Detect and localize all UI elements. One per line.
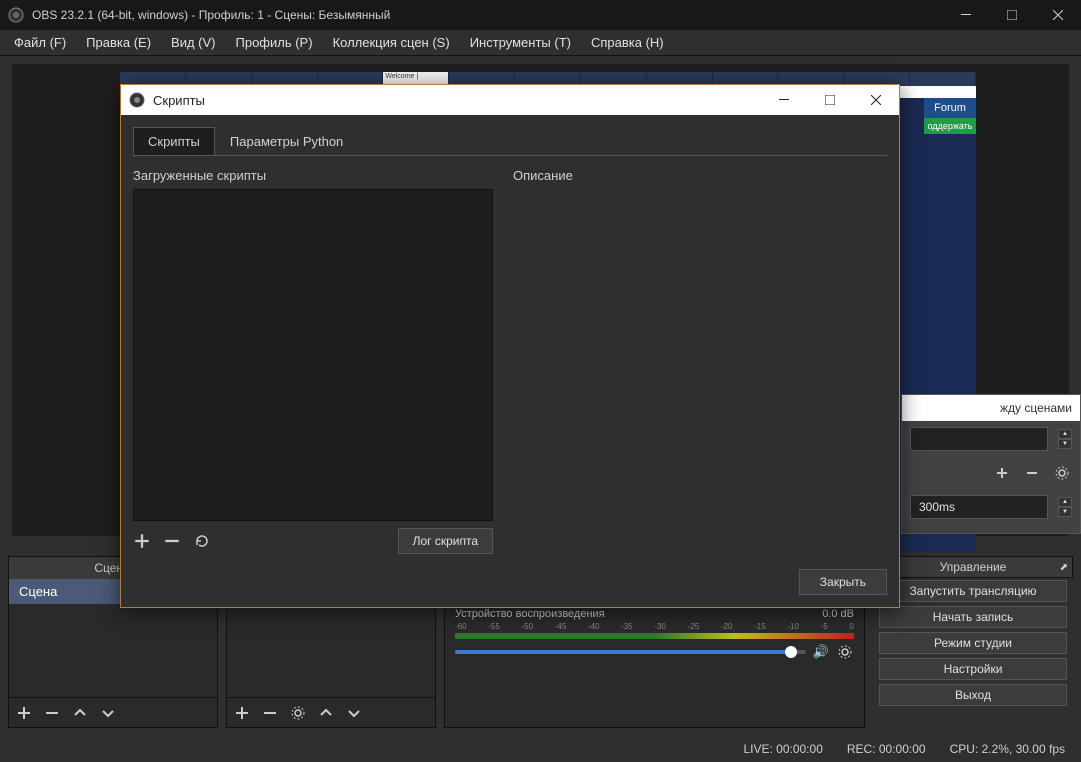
close-button[interactable] [1035, 0, 1081, 30]
source-up-button[interactable] [317, 704, 335, 722]
start-record-button[interactable]: Начать запись [879, 606, 1067, 628]
statusbar: LIVE: 00:00:00 REC: 00:00:00 CPU: 2.2%, … [0, 736, 1081, 762]
menu-edit[interactable]: Правка (E) [76, 32, 161, 53]
scripts-list[interactable] [133, 189, 493, 521]
menu-help[interactable]: Справка (H) [581, 32, 674, 53]
script-log-button[interactable]: Лог скрипта [398, 528, 493, 554]
mixer-track-2: Устройство воспроизведения 0.0 dB -60-55… [445, 604, 864, 665]
status-live: LIVE: 00:00:00 [743, 742, 822, 756]
settings-button[interactable]: Настройки [879, 658, 1067, 680]
transitions-panel: жду сценами ▲▼ 300ms ▲▼ [901, 394, 1081, 534]
controls-header: Управление⬈ [873, 556, 1073, 578]
menu-scene-collection[interactable]: Коллекция сцен (S) [323, 32, 460, 53]
minimize-button[interactable] [943, 0, 989, 30]
studio-mode-button[interactable]: Режим студии [879, 632, 1067, 654]
dialog-close-action-button[interactable]: Закрыть [799, 569, 887, 595]
transition-duration-spinner[interactable]: ▲▼ [1058, 497, 1072, 517]
mixer-scale: -60-55-50-45-40-35-30-25-20-15-10-50 [455, 622, 854, 631]
obs-icon [129, 92, 145, 108]
source-add-button[interactable] [233, 704, 251, 722]
track-settings-button[interactable] [836, 643, 854, 661]
window-titlebar: OBS 23.2.1 (64-bit, windows) - Профиль: … [0, 0, 1081, 30]
start-stream-button[interactable]: Запустить трансляцию [879, 580, 1067, 602]
script-add-button[interactable] [133, 532, 151, 550]
support-button: оддержать [924, 118, 976, 134]
transitions-header: жду сценами [902, 395, 1080, 421]
obs-icon [8, 7, 24, 23]
source-settings-button[interactable] [289, 704, 307, 722]
mixer-meter [455, 633, 854, 639]
forum-button: Forum [924, 98, 976, 118]
exit-button[interactable]: Выход [879, 684, 1067, 706]
dialog-minimize-button[interactable] [761, 85, 807, 115]
dialog-tabs: Скрипты Параметры Python [133, 127, 887, 156]
maximize-button[interactable] [989, 0, 1035, 30]
dialog-title: Скрипты [153, 93, 761, 108]
menu-file[interactable]: Файл (F) [4, 32, 76, 53]
tab-scripts[interactable]: Скрипты [133, 127, 215, 155]
menu-tools[interactable]: Инструменты (T) [460, 32, 581, 53]
dialog-maximize-button[interactable] [807, 85, 853, 115]
dialog-titlebar: Скрипты [121, 85, 899, 115]
status-cpu: CPU: 2.2%, 30.00 fps [950, 742, 1065, 756]
speaker-icon[interactable]: 🔊 [812, 643, 830, 661]
transition-select[interactable] [910, 427, 1048, 451]
controls-panel: Управление⬈ Запустить трансляцию Начать … [873, 556, 1073, 728]
scene-down-button[interactable] [99, 704, 117, 722]
source-remove-button[interactable] [261, 704, 279, 722]
transition-select-spinner[interactable]: ▲▼ [1058, 429, 1072, 449]
track-level: 0.0 dB [822, 608, 854, 620]
menu-profile[interactable]: Профиль (P) [226, 32, 323, 53]
loaded-scripts-label: Загруженные скрипты [133, 168, 493, 183]
dialog-close-button[interactable] [853, 85, 899, 115]
volume-slider[interactable] [455, 650, 806, 654]
description-label: Описание [513, 168, 887, 183]
script-remove-button[interactable] [163, 532, 181, 550]
status-rec: REC: 00:00:00 [847, 742, 926, 756]
menubar: Файл (F) Правка (E) Вид (V) Профиль (P) … [0, 30, 1081, 56]
track-name: Устройство воспроизведения [455, 608, 605, 620]
menu-view[interactable]: Вид (V) [161, 32, 225, 53]
scene-remove-button[interactable] [43, 704, 61, 722]
transition-add-button[interactable] [992, 463, 1012, 483]
window-title: OBS 23.2.1 (64-bit, windows) - Профиль: … [32, 8, 943, 22]
transition-duration-input[interactable]: 300ms [910, 495, 1048, 519]
scene-add-button[interactable] [15, 704, 33, 722]
transition-remove-button[interactable] [1022, 463, 1042, 483]
scripts-dialog: Скрипты Скрипты Параметры Python Загруже… [120, 84, 900, 608]
tab-python-params[interactable]: Параметры Python [215, 127, 358, 155]
popout-icon[interactable]: ⬈ [1060, 562, 1068, 573]
source-down-button[interactable] [345, 704, 363, 722]
script-reload-button[interactable] [193, 532, 211, 550]
scene-up-button[interactable] [71, 704, 89, 722]
transition-settings-button[interactable] [1052, 463, 1072, 483]
